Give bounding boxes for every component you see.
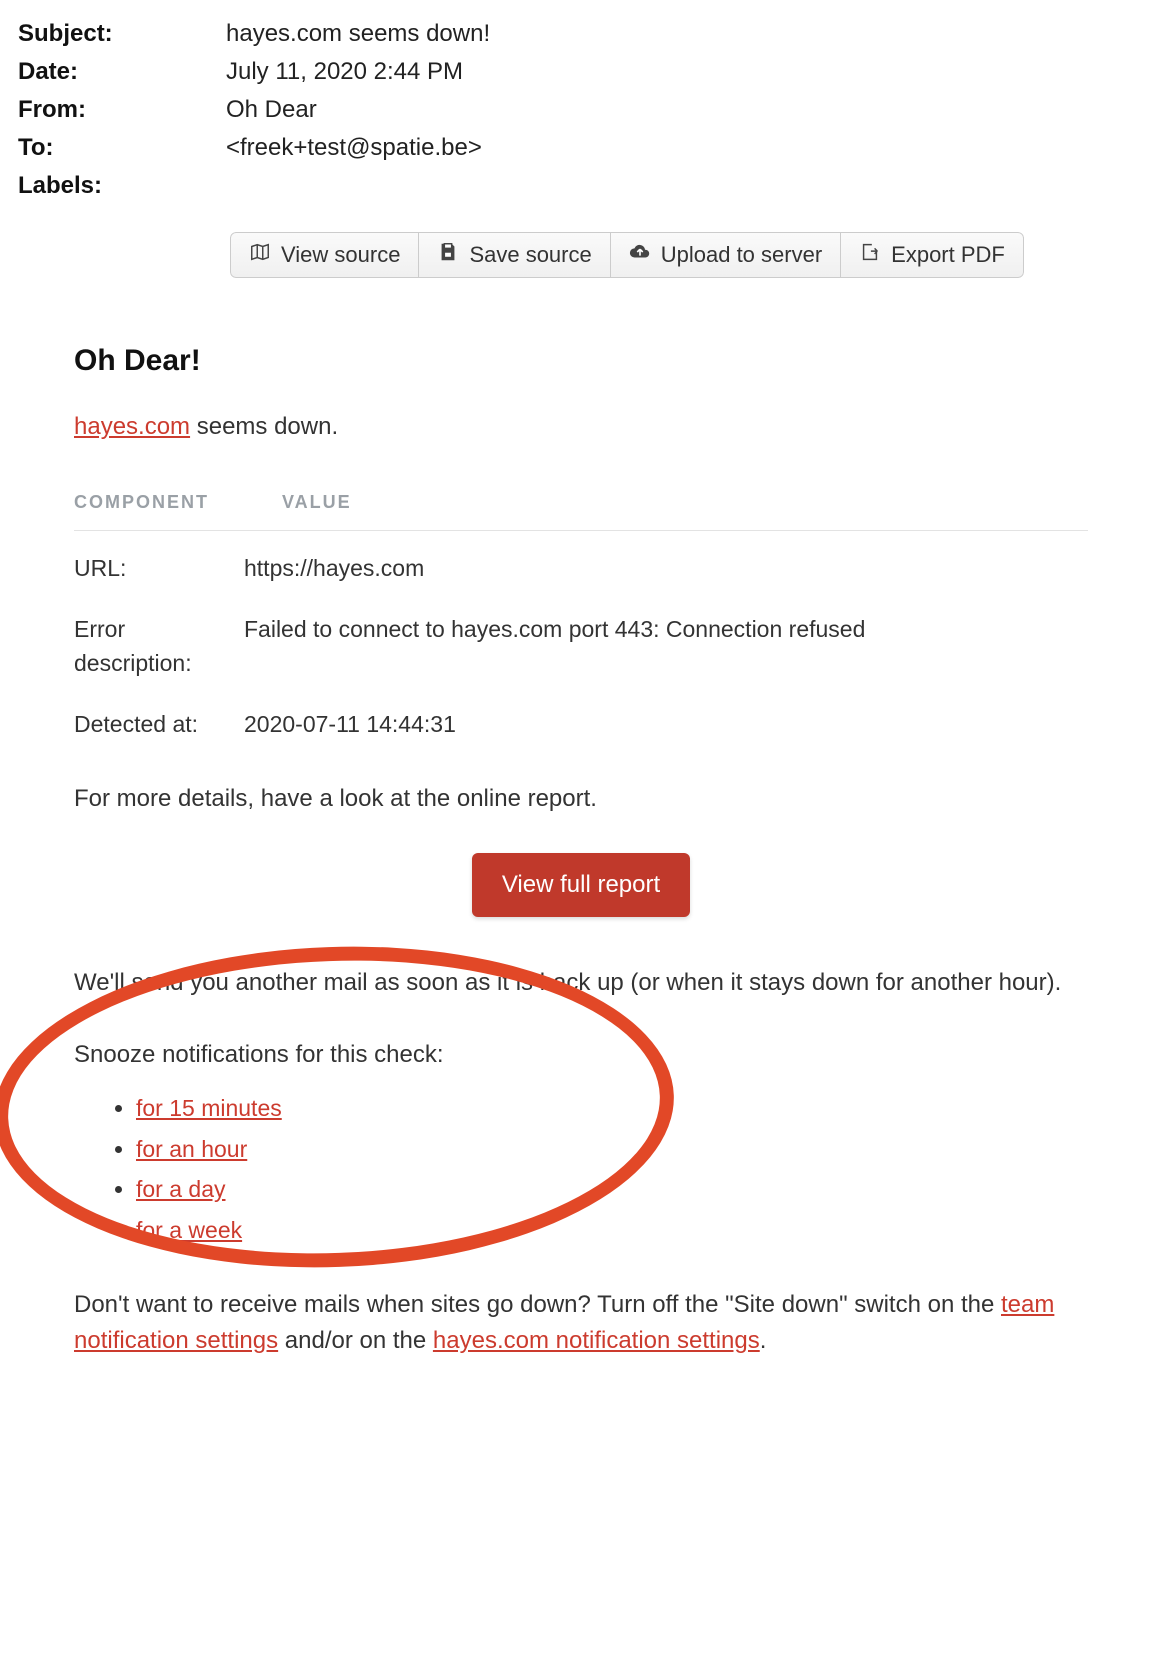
list-item: for an hour: [136, 1132, 1088, 1167]
upload-button[interactable]: Upload to server: [611, 232, 841, 278]
followup-paragraph: We'll send you another mail as soon as i…: [74, 965, 1088, 1001]
view-source-button[interactable]: View source: [230, 232, 419, 278]
upload-label: Upload to server: [661, 242, 822, 268]
email-toolbar: View source Save source Upload to server…: [230, 232, 1024, 278]
row-detected-value: 2020-07-11 14:44:31: [244, 707, 1088, 742]
details-paragraph: For more details, have a look at the onl…: [74, 781, 1088, 817]
footer-paragraph: Don't want to receive mails when sites g…: [74, 1287, 1088, 1359]
table-row: Error description: Failed to connect to …: [74, 612, 1088, 681]
footer-pre: Don't want to receive mails when sites g…: [74, 1291, 1001, 1318]
table-header-component: COMPONENT: [74, 489, 244, 516]
row-url-label: URL:: [74, 551, 244, 586]
date-value: July 11, 2020 2:44 PM: [226, 58, 1144, 88]
date-label: Date:: [18, 58, 226, 86]
list-item: for a week: [136, 1213, 1088, 1248]
subject-value: hayes.com seems down!: [226, 20, 1144, 50]
snooze-prompt: Snooze notifications for this check:: [74, 1037, 1088, 1073]
email-title: Oh Dear!: [74, 338, 1088, 383]
from-value: Oh Dear: [226, 96, 1144, 126]
export-icon: [859, 241, 881, 269]
snooze-day-link[interactable]: for a day: [136, 1176, 226, 1202]
to-value: <freek+test@spatie.be>: [226, 134, 1144, 164]
from-label: From:: [18, 96, 226, 124]
subject-label: Subject:: [18, 20, 226, 48]
row-error-value: Failed to connect to hayes.com port 443:…: [244, 612, 1088, 681]
snooze-list: for 15 minutes for an hour for a day for…: [74, 1091, 1088, 1247]
labels-value: [226, 172, 1144, 202]
save-icon: [437, 241, 459, 269]
map-icon: [249, 241, 271, 269]
list-item: for 15 minutes: [136, 1091, 1088, 1126]
row-error-label: Error description:: [74, 612, 244, 681]
save-source-button[interactable]: Save source: [419, 232, 610, 278]
to-label: To:: [18, 134, 226, 162]
footer-mid: and/or on the: [278, 1327, 433, 1354]
snooze-hour-link[interactable]: for an hour: [136, 1136, 247, 1162]
footer-post: .: [760, 1327, 767, 1354]
list-item: for a day: [136, 1172, 1088, 1207]
view-source-label: View source: [281, 242, 400, 268]
cloud-upload-icon: [629, 241, 651, 269]
table-row: Detected at: 2020-07-11 14:44:31: [74, 707, 1088, 742]
lead-paragraph: hayes.com seems down.: [74, 409, 1088, 445]
save-source-label: Save source: [469, 242, 591, 268]
row-detected-label: Detected at:: [74, 707, 244, 742]
export-pdf-label: Export PDF: [891, 242, 1005, 268]
labels-label: Labels:: [18, 172, 226, 200]
export-pdf-button[interactable]: Export PDF: [841, 232, 1024, 278]
view-full-report-button[interactable]: View full report: [472, 853, 690, 917]
row-url-value: https://hayes.com: [244, 551, 1088, 586]
table-header-value: VALUE: [282, 489, 352, 516]
snooze-15min-link[interactable]: for 15 minutes: [136, 1095, 282, 1121]
site-link[interactable]: hayes.com: [74, 413, 190, 440]
site-settings-link[interactable]: hayes.com notification settings: [433, 1327, 760, 1354]
email-body: Oh Dear! hayes.com seems down. COMPONENT…: [74, 338, 1088, 1359]
snooze-week-link[interactable]: for a week: [136, 1217, 242, 1243]
table-row: URL: https://hayes.com: [74, 551, 1088, 586]
lead-rest: seems down.: [190, 413, 338, 440]
